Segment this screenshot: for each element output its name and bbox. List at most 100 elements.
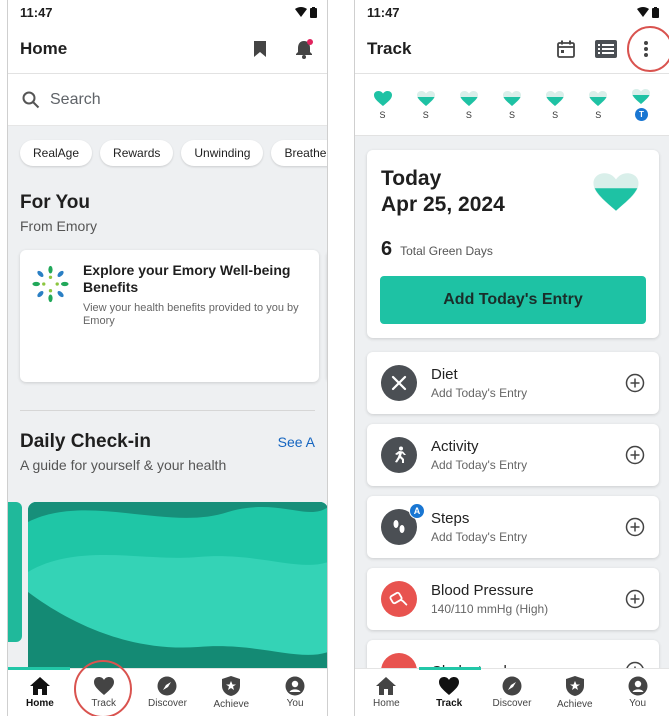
nav-discover[interactable]: Discover bbox=[482, 676, 542, 709]
calendar-icon[interactable] bbox=[555, 38, 577, 60]
home-app-bar: Home bbox=[8, 24, 327, 74]
benefits-card[interactable]: Explore your Emory Well-being Benefits V… bbox=[20, 250, 319, 382]
week-day-2[interactable]: S bbox=[416, 90, 436, 120]
tracker-steps[interactable]: A Steps Add Today's Entry bbox=[367, 496, 659, 558]
next-card-peek[interactable] bbox=[327, 250, 328, 382]
see-all-link[interactable]: See A bbox=[278, 434, 315, 450]
search-icon bbox=[22, 91, 40, 108]
green-days: 6 Total Green Days bbox=[381, 238, 645, 261]
add-circle-icon[interactable] bbox=[625, 445, 645, 465]
add-circle-icon[interactable] bbox=[625, 373, 645, 393]
nav-active-indicator bbox=[8, 667, 70, 670]
add-circle-icon[interactable] bbox=[625, 589, 645, 609]
daily-checkin-banner[interactable] bbox=[28, 502, 327, 672]
shield-star-icon bbox=[222, 676, 241, 696]
blood-pressure-icon bbox=[381, 581, 417, 617]
fork-knife-icon bbox=[381, 365, 417, 401]
for-you-title: For You bbox=[20, 192, 91, 213]
track-screen: 11:47 Track S S S S S S T Today Apr 25, … bbox=[354, 0, 669, 716]
nav-you[interactable]: You bbox=[608, 676, 668, 709]
heart-partial-icon bbox=[459, 90, 478, 106]
chip-realage[interactable]: RealAge bbox=[20, 140, 93, 166]
home-icon bbox=[376, 677, 397, 695]
home-icon bbox=[29, 677, 50, 695]
chip-unwinding[interactable]: Unwinding bbox=[181, 140, 264, 166]
heart-icon bbox=[439, 677, 460, 695]
add-circle-icon[interactable] bbox=[625, 517, 645, 537]
shield-star-icon bbox=[565, 676, 584, 696]
topic-chips: RealAge Rewards Unwinding Breathe a bbox=[8, 126, 327, 180]
status-bar: 11:47 bbox=[8, 0, 327, 24]
week-day-6[interactable]: S bbox=[588, 90, 608, 120]
tracker-diet[interactable]: Diet Add Today's Entry bbox=[367, 352, 659, 414]
nav-achieve[interactable]: Achieve bbox=[201, 675, 261, 710]
green-days-label: Total Green Days bbox=[400, 244, 493, 258]
heart-partial-icon bbox=[632, 89, 651, 104]
nav-track[interactable]: Track bbox=[74, 676, 134, 709]
tracker-name: Blood Pressure bbox=[431, 582, 534, 599]
heart-partial-icon bbox=[416, 90, 435, 106]
today-heart-icon bbox=[593, 173, 639, 211]
tracker-sub: 140/110 mmHg (High) bbox=[431, 602, 549, 616]
week-day-4[interactable]: S bbox=[502, 90, 522, 120]
benefits-card-title: Explore your Emory Well-being Benefits bbox=[82, 262, 291, 295]
nav-you[interactable]: You bbox=[265, 676, 325, 709]
emory-logo-icon bbox=[32, 265, 69, 303]
benefits-card-description: View your health benefits provided to yo… bbox=[82, 302, 299, 327]
nav-discover[interactable]: Discover bbox=[137, 676, 197, 709]
heart-icon bbox=[93, 677, 114, 695]
battery-icon bbox=[652, 6, 659, 18]
heart-partial-icon bbox=[546, 90, 565, 106]
wave-illustration bbox=[28, 502, 327, 672]
bottom-navigation: Home Track Discover Achieve You bbox=[355, 667, 669, 716]
more-options-icon[interactable] bbox=[635, 38, 657, 60]
bottom-navigation: Home Track Discover Achieve You bbox=[8, 667, 327, 716]
week-strip: S S S S S S T bbox=[355, 74, 669, 136]
tracker-blood-pressure[interactable]: Blood Pressure 140/110 mmHg (High) bbox=[367, 568, 659, 630]
page-title: Home bbox=[20, 38, 68, 58]
today-marker: T bbox=[634, 108, 648, 121]
tracker-list: Diet Add Today's Entry Activity Add Toda… bbox=[355, 338, 669, 702]
green-days-count: 6 bbox=[381, 238, 393, 260]
week-day-today[interactable]: T bbox=[631, 88, 651, 121]
list-view-icon[interactable] bbox=[595, 38, 617, 60]
wifi-icon bbox=[295, 7, 307, 17]
today-card: Today Apr 25, 2024 6 Total Green Days Ad… bbox=[367, 150, 659, 338]
week-day-1[interactable]: S bbox=[373, 90, 393, 120]
nav-home[interactable]: Home bbox=[10, 676, 70, 709]
for-you-subtitle: From Emory bbox=[20, 218, 97, 234]
week-day-5[interactable]: S bbox=[545, 90, 565, 120]
status-time: 11:47 bbox=[367, 4, 400, 20]
tracker-name: Activity bbox=[431, 438, 479, 455]
profile-icon bbox=[628, 676, 648, 696]
track-app-bar: Track bbox=[355, 24, 669, 74]
nav-achieve[interactable]: Achieve bbox=[545, 675, 605, 710]
search-input[interactable]: Search bbox=[50, 91, 101, 109]
battery-icon bbox=[310, 6, 317, 18]
auto-sync-badge: A bbox=[409, 503, 425, 519]
nav-home[interactable]: Home bbox=[356, 676, 416, 709]
week-day-3[interactable]: S bbox=[459, 90, 479, 120]
status-icons bbox=[637, 6, 659, 18]
compass-icon bbox=[157, 676, 177, 696]
nav-track[interactable]: Track bbox=[419, 676, 479, 709]
tracker-name: Diet bbox=[431, 366, 458, 383]
notification-bell-icon[interactable] bbox=[293, 38, 315, 60]
tracker-activity[interactable]: Activity Add Today's Entry bbox=[367, 424, 659, 486]
checkin-prev-card-peek[interactable] bbox=[8, 502, 22, 642]
wifi-icon bbox=[637, 7, 649, 17]
daily-checkin-title: Daily Check-in bbox=[20, 431, 151, 452]
chip-rewards[interactable]: Rewards bbox=[100, 140, 174, 166]
status-bar: 11:47 bbox=[355, 0, 669, 24]
tracker-sub: Add Today's Entry bbox=[431, 386, 528, 400]
add-todays-entry-button[interactable]: Add Today's Entry bbox=[380, 276, 646, 324]
search-bar[interactable]: Search bbox=[8, 74, 327, 126]
tracker-sub: Add Today's Entry bbox=[431, 530, 528, 544]
home-screen: 11:47 Home Search RealAge Rewards Unwind… bbox=[7, 0, 328, 716]
running-icon bbox=[381, 437, 417, 473]
tracker-name: Steps bbox=[431, 510, 470, 527]
bookmark-icon[interactable] bbox=[249, 38, 271, 60]
compass-icon bbox=[502, 676, 522, 696]
page-title: Track bbox=[367, 38, 412, 58]
chip-breathe[interactable]: Breathe a bbox=[271, 140, 327, 166]
